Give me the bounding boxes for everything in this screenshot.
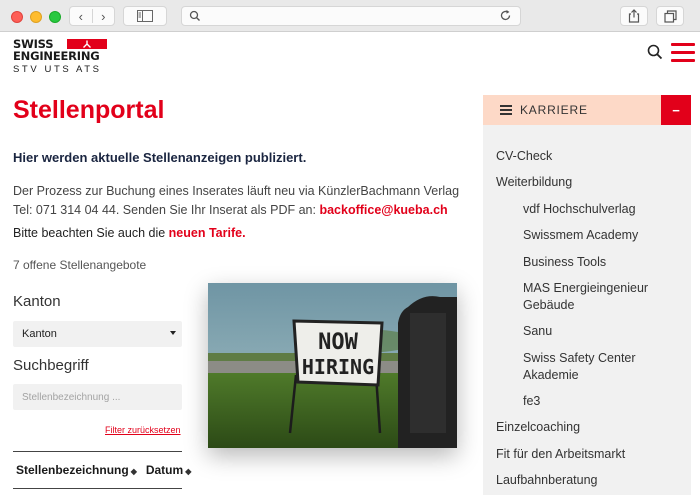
tarif-link[interactable]: neuen Tarife. [169,226,246,240]
email-link[interactable]: backoffice@kueba.ch [319,203,447,217]
sidebar-item-swissmem-academy[interactable]: Swissmem Academy [523,227,673,244]
collapse-button[interactable]: − [661,95,691,125]
kanton-label: Kanton [13,293,61,310]
share-icon [628,9,640,23]
column-label: Stellenbezeichnung [16,463,129,477]
reset-filter-link[interactable]: Filter zurücksetzen [105,425,181,435]
site-header: SWISS ENGINEERING STV UTS ATS [0,33,700,81]
column-header-stellenbezeichnung[interactable]: Stellenbezeichnung ◆ [13,463,137,477]
page-title: Stellenportal [13,96,165,124]
sidebar-header[interactable]: KARRIERE − [483,95,691,125]
column-label: Datum [145,463,184,477]
history-nav: ‹ › [69,6,115,26]
logo-flag-icon [67,39,107,49]
column-header-datum[interactable]: Datum ◆ [143,463,192,477]
list-icon [500,103,512,117]
sidebar-item-laufbahnberatung[interactable]: Laufbahnberatung [496,472,597,489]
sort-icon: ◆ [130,467,137,476]
minimize-window-button[interactable] [30,11,42,23]
sidebar-item-fe3[interactable]: fe3 [523,393,673,410]
address-bar[interactable] [181,6,521,26]
kanton-select[interactable]: Kanton [13,321,182,347]
fullscreen-window-button[interactable] [49,11,61,23]
notice-text: Bitte beachten Sie auch die [13,226,169,240]
suchbegriff-label: Suchbegriff [13,357,89,374]
sidebar-icon [137,10,153,22]
share-button[interactable] [620,6,648,26]
sidebar-item-fit-fuer-arbeitsmarkt[interactable]: Fit für den Arbeitsmarkt [496,446,625,463]
close-window-button[interactable] [11,11,23,23]
back-icon[interactable]: ‹ [70,9,92,24]
kanton-selected-value: Kanton [22,328,57,340]
sidebar-item-mas-energieingenieur[interactable]: MAS Energieingenieur Gebäude [523,280,673,314]
karriere-sidebar: KARRIERE − CV-Check Weiterbildung vdf Ho… [483,95,691,495]
logo-text-line2: ENGINEERING [13,49,100,63]
browser-toolbar: ‹ › [0,0,700,32]
chevron-down-icon [170,331,176,335]
sign-text-now: NOW [318,330,358,355]
sidebar-item-weiterbildung[interactable]: Weiterbildung [496,174,572,191]
logo-subtitle: STV UTS ATS [13,64,102,75]
intro-text: Hier werden aktuelle Stellenanzeigen pub… [13,150,307,165]
sidebar-toggle-button[interactable] [123,6,167,26]
tabs-button[interactable] [656,6,684,26]
offer-count: 7 offene Stellenangebote [13,258,147,272]
sidebar-title: KARRIERE [520,103,588,117]
sidebar-item-swiss-safety-center[interactable]: Swiss Safety Center Akademie [523,350,673,384]
now-hiring-photo: NOW HIRING [208,283,457,448]
search-input[interactable] [13,384,182,410]
sidebar-item-cv-check[interactable]: CV-Check [496,148,552,165]
reload-icon[interactable] [499,9,512,22]
sign-text-hiring: HIRING [302,355,374,379]
tabs-icon [663,9,677,23]
search-icon [189,10,200,21]
sidebar-item-business-tools[interactable]: Business Tools [523,254,673,271]
swiss-engineering-logo[interactable]: SWISS ENGINEERING STV UTS ATS [13,38,107,76]
sidebar-item-sanu[interactable]: Sanu [523,323,673,340]
tarif-notice: Bitte beachten Sie auch die neuen Tarife… [13,226,246,240]
booking-info: Der Prozess zur Buchung eines Inserates … [13,182,463,220]
menu-icon[interactable] [671,43,695,63]
sidebar-item-einzelcoaching[interactable]: Einzelcoaching [496,419,580,436]
site-search-icon[interactable] [647,44,663,60]
table-header: Stellenbezeichnung ◆ Datum ◆ [13,451,191,489]
sort-icon: ◆ [185,467,192,476]
sidebar-item-vdf-hochschulverlag[interactable]: vdf Hochschulverlag [523,201,673,218]
forward-icon[interactable]: › [93,9,115,24]
